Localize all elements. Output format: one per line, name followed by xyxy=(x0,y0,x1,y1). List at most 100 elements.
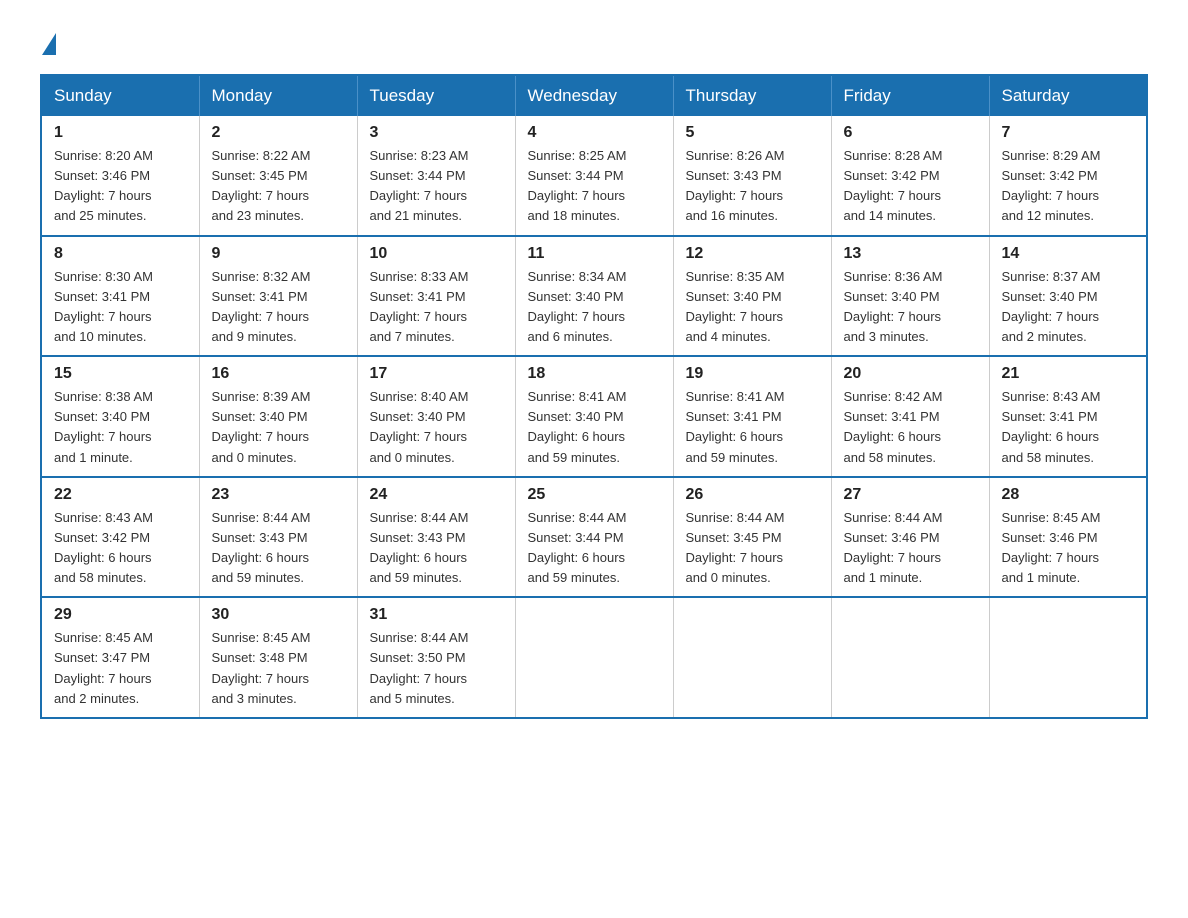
day-number: 5 xyxy=(686,124,819,142)
day-number: 16 xyxy=(212,365,345,383)
day-number: 7 xyxy=(1002,124,1135,142)
day-info: Sunrise: 8:45 AM Sunset: 3:47 PM Dayligh… xyxy=(54,628,187,709)
day-info: Sunrise: 8:36 AM Sunset: 3:40 PM Dayligh… xyxy=(844,267,977,348)
calendar-header-row: SundayMondayTuesdayWednesdayThursdayFrid… xyxy=(41,75,1147,116)
calendar-cell: 26 Sunrise: 8:44 AM Sunset: 3:45 PM Dayli… xyxy=(673,477,831,598)
day-number: 13 xyxy=(844,245,977,263)
day-number: 26 xyxy=(686,486,819,504)
calendar-cell: 6 Sunrise: 8:28 AM Sunset: 3:42 PM Daylig… xyxy=(831,116,989,236)
calendar-cell xyxy=(831,597,989,718)
calendar-cell: 3 Sunrise: 8:23 AM Sunset: 3:44 PM Daylig… xyxy=(357,116,515,236)
day-info: Sunrise: 8:45 AM Sunset: 3:48 PM Dayligh… xyxy=(212,628,345,709)
day-info: Sunrise: 8:40 AM Sunset: 3:40 PM Dayligh… xyxy=(370,387,503,468)
header-monday: Monday xyxy=(199,75,357,116)
calendar-cell: 30 Sunrise: 8:45 AM Sunset: 3:48 PM Dayli… xyxy=(199,597,357,718)
calendar-week-1: 1 Sunrise: 8:20 AM Sunset: 3:46 PM Daylig… xyxy=(41,116,1147,236)
day-info: Sunrise: 8:34 AM Sunset: 3:40 PM Dayligh… xyxy=(528,267,661,348)
day-info: Sunrise: 8:45 AM Sunset: 3:46 PM Dayligh… xyxy=(1002,508,1135,589)
day-info: Sunrise: 8:44 AM Sunset: 3:44 PM Dayligh… xyxy=(528,508,661,589)
calendar-week-4: 22Sunrise: 8:43 AM Sunset: 3:42 PM Dayli… xyxy=(41,477,1147,598)
day-info: Sunrise: 8:20 AM Sunset: 3:46 PM Dayligh… xyxy=(54,146,187,227)
day-info: Sunrise: 8:41 AM Sunset: 3:40 PM Dayligh… xyxy=(528,387,661,468)
calendar-cell: 4 Sunrise: 8:25 AM Sunset: 3:44 PM Daylig… xyxy=(515,116,673,236)
day-number: 11 xyxy=(528,245,661,263)
day-info: Sunrise: 8:44 AM Sunset: 3:43 PM Dayligh… xyxy=(370,508,503,589)
day-info: Sunrise: 8:26 AM Sunset: 3:43 PM Dayligh… xyxy=(686,146,819,227)
calendar-cell: 28Sunrise: 8:45 AM Sunset: 3:46 PM Dayli… xyxy=(989,477,1147,598)
day-info: Sunrise: 8:43 AM Sunset: 3:41 PM Dayligh… xyxy=(1002,387,1135,468)
calendar-cell: 10Sunrise: 8:33 AM Sunset: 3:41 PM Dayli… xyxy=(357,236,515,357)
calendar-cell: 13 Sunrise: 8:36 AM Sunset: 3:40 PM Dayli… xyxy=(831,236,989,357)
day-info: Sunrise: 8:30 AM Sunset: 3:41 PM Dayligh… xyxy=(54,267,187,348)
calendar-cell: 1 Sunrise: 8:20 AM Sunset: 3:46 PM Daylig… xyxy=(41,116,199,236)
calendar-cell xyxy=(989,597,1147,718)
day-number: 31 xyxy=(370,606,503,624)
calendar-cell: 20 Sunrise: 8:42 AM Sunset: 3:41 PM Dayli… xyxy=(831,356,989,477)
day-number: 29 xyxy=(54,606,187,624)
day-number: 23 xyxy=(212,486,345,504)
day-number: 2 xyxy=(212,124,345,142)
day-info: Sunrise: 8:39 AM Sunset: 3:40 PM Dayligh… xyxy=(212,387,345,468)
day-info: Sunrise: 8:44 AM Sunset: 3:50 PM Dayligh… xyxy=(370,628,503,709)
logo-triangle-icon xyxy=(42,33,56,55)
calendar-cell: 17 Sunrise: 8:40 AM Sunset: 3:40 PM Dayli… xyxy=(357,356,515,477)
calendar-cell: 22Sunrise: 8:43 AM Sunset: 3:42 PM Dayli… xyxy=(41,477,199,598)
header-tuesday: Tuesday xyxy=(357,75,515,116)
header-sunday: Sunday xyxy=(41,75,199,116)
calendar-cell: 21 Sunrise: 8:43 AM Sunset: 3:41 PM Dayli… xyxy=(989,356,1147,477)
day-number: 15 xyxy=(54,365,187,383)
day-info: Sunrise: 8:44 AM Sunset: 3:46 PM Dayligh… xyxy=(844,508,977,589)
day-number: 3 xyxy=(370,124,503,142)
day-info: Sunrise: 8:44 AM Sunset: 3:45 PM Dayligh… xyxy=(686,508,819,589)
day-info: Sunrise: 8:37 AM Sunset: 3:40 PM Dayligh… xyxy=(1002,267,1135,348)
day-number: 1 xyxy=(54,124,187,142)
calendar-cell: 29 Sunrise: 8:45 AM Sunset: 3:47 PM Dayli… xyxy=(41,597,199,718)
day-info: Sunrise: 8:32 AM Sunset: 3:41 PM Dayligh… xyxy=(212,267,345,348)
day-number: 30 xyxy=(212,606,345,624)
day-info: Sunrise: 8:33 AM Sunset: 3:41 PM Dayligh… xyxy=(370,267,503,348)
calendar-cell xyxy=(673,597,831,718)
calendar-week-5: 29 Sunrise: 8:45 AM Sunset: 3:47 PM Dayli… xyxy=(41,597,1147,718)
calendar-cell: 7Sunrise: 8:29 AM Sunset: 3:42 PM Daylig… xyxy=(989,116,1147,236)
day-number: 12 xyxy=(686,245,819,263)
day-info: Sunrise: 8:44 AM Sunset: 3:43 PM Dayligh… xyxy=(212,508,345,589)
day-number: 18 xyxy=(528,365,661,383)
calendar-cell: 23 Sunrise: 8:44 AM Sunset: 3:43 PM Dayli… xyxy=(199,477,357,598)
day-number: 20 xyxy=(844,365,977,383)
calendar-week-2: 8 Sunrise: 8:30 AM Sunset: 3:41 PM Daylig… xyxy=(41,236,1147,357)
day-info: Sunrise: 8:41 AM Sunset: 3:41 PM Dayligh… xyxy=(686,387,819,468)
day-info: Sunrise: 8:22 AM Sunset: 3:45 PM Dayligh… xyxy=(212,146,345,227)
day-number: 19 xyxy=(686,365,819,383)
logo xyxy=(40,30,56,54)
calendar-cell: 2 Sunrise: 8:22 AM Sunset: 3:45 PM Daylig… xyxy=(199,116,357,236)
calendar-cell: 14 Sunrise: 8:37 AM Sunset: 3:40 PM Dayli… xyxy=(989,236,1147,357)
day-number: 27 xyxy=(844,486,977,504)
calendar-cell: 8 Sunrise: 8:30 AM Sunset: 3:41 PM Daylig… xyxy=(41,236,199,357)
header-friday: Friday xyxy=(831,75,989,116)
day-number: 17 xyxy=(370,365,503,383)
day-number: 25 xyxy=(528,486,661,504)
day-info: Sunrise: 8:38 AM Sunset: 3:40 PM Dayligh… xyxy=(54,387,187,468)
calendar-cell: 25 Sunrise: 8:44 AM Sunset: 3:44 PM Dayli… xyxy=(515,477,673,598)
page-header xyxy=(40,30,1148,54)
day-info: Sunrise: 8:28 AM Sunset: 3:42 PM Dayligh… xyxy=(844,146,977,227)
day-number: 14 xyxy=(1002,245,1135,263)
calendar-cell: 18 Sunrise: 8:41 AM Sunset: 3:40 PM Dayli… xyxy=(515,356,673,477)
day-info: Sunrise: 8:43 AM Sunset: 3:42 PM Dayligh… xyxy=(54,508,187,589)
day-number: 6 xyxy=(844,124,977,142)
day-number: 4 xyxy=(528,124,661,142)
day-info: Sunrise: 8:42 AM Sunset: 3:41 PM Dayligh… xyxy=(844,387,977,468)
calendar-cell: 15 Sunrise: 8:38 AM Sunset: 3:40 PM Dayli… xyxy=(41,356,199,477)
calendar-cell: 24 Sunrise: 8:44 AM Sunset: 3:43 PM Dayli… xyxy=(357,477,515,598)
day-info: Sunrise: 8:23 AM Sunset: 3:44 PM Dayligh… xyxy=(370,146,503,227)
calendar-cell xyxy=(515,597,673,718)
header-wednesday: Wednesday xyxy=(515,75,673,116)
header-saturday: Saturday xyxy=(989,75,1147,116)
calendar-cell: 16 Sunrise: 8:39 AM Sunset: 3:40 PM Dayli… xyxy=(199,356,357,477)
day-number: 8 xyxy=(54,245,187,263)
calendar-cell: 9 Sunrise: 8:32 AM Sunset: 3:41 PM Daylig… xyxy=(199,236,357,357)
day-number: 9 xyxy=(212,245,345,263)
day-number: 24 xyxy=(370,486,503,504)
day-info: Sunrise: 8:25 AM Sunset: 3:44 PM Dayligh… xyxy=(528,146,661,227)
day-number: 21 xyxy=(1002,365,1135,383)
